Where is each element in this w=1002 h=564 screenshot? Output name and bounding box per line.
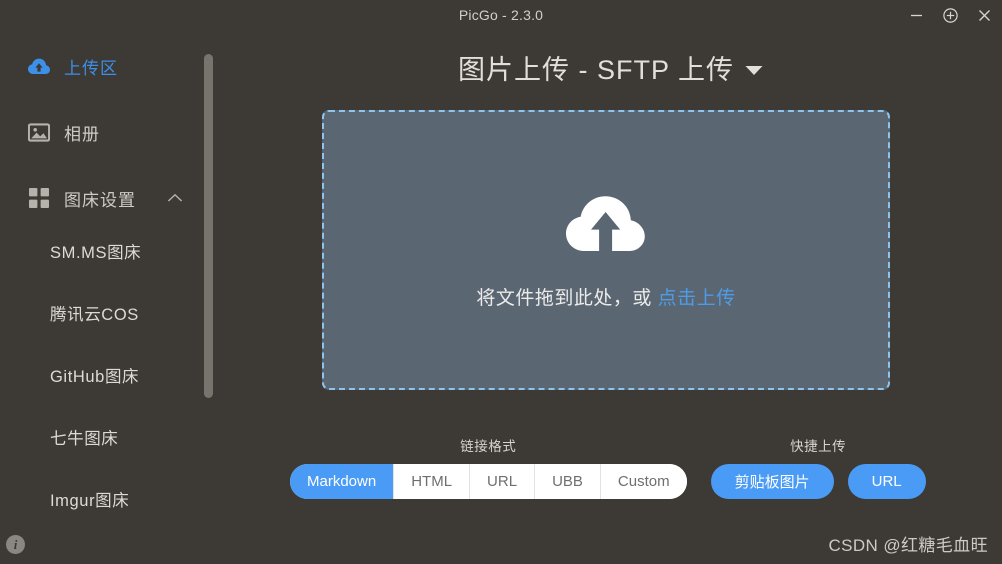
bottom-toolbar: 链接格式 Markdown HTML URL UBB Custom 快捷上传 剪… [220,435,1002,499]
sidebar-subitem-smms[interactable]: SM.MS图床 [0,220,205,282]
sidebar-item-album[interactable]: 相册 [0,110,205,154]
circle-plus-icon[interactable] [940,5,960,25]
quick-upload-buttons: 剪贴板图片 URL [710,464,926,499]
sidebar: 上传区 相册 图床设置 SM.MS图床 腾讯云COS GitHub图床 七牛图床… [0,30,213,564]
sidebar-subitem-imgur[interactable]: Imgur图床 [0,468,205,530]
sidebar-subitem-label: 腾讯云COS [50,306,139,324]
grid-icon [28,187,50,209]
sidebar-item-upload[interactable]: 上传区 [0,44,205,88]
image-icon [28,121,50,143]
page-title[interactable]: 图片上传 - SFTP 上传 [220,48,1002,87]
sidebar-item-label: 图床设置 [64,190,136,210]
sidebar-subitem-tencent-cos[interactable]: 腾讯云COS [0,282,205,344]
main-content: 图片上传 - SFTP 上传 将文件拖到此处，或 点击上传 链接格式 Markd… [220,30,1002,564]
dropzone-upload-link[interactable]: 点击上传 [658,288,736,309]
close-icon[interactable] [974,5,994,25]
sidebar-subitem-github[interactable]: GitHub图床 [0,344,205,406]
page-title-text: 图片上传 - SFTP 上传 [457,55,734,85]
cloud-upload-icon [28,55,50,77]
sidebar-subitem-label: Imgur图床 [50,492,130,510]
sidebar-subitem-label: 七牛图床 [50,430,119,448]
upload-dropzone[interactable]: 将文件拖到此处，或 点击上传 [322,110,890,390]
picgo-window: PicGo - 2.3.0 上传区 相册 图床设置 SM.MS图床 腾讯云COS… [0,0,1002,564]
app-title: PicGo - 2.3.0 [458,7,544,23]
cloud-upload-icon [566,191,646,253]
sidebar-subitem-label: GitHub图床 [50,368,140,386]
link-format-option-url[interactable]: URL [470,464,536,499]
minimize-icon[interactable] [906,5,926,25]
link-format-option-markdown[interactable]: Markdown [290,464,395,499]
link-format-option-html[interactable]: HTML [394,464,471,499]
dropzone-text: 将文件拖到此处，或 点击上传 [476,283,735,310]
link-format-segmented-control[interactable]: Markdown HTML URL UBB Custom [290,464,687,499]
clipboard-image-button[interactable]: 剪贴板图片 [710,464,834,499]
quick-upload-group: 快捷上传 剪贴板图片 URL [710,435,926,499]
link-format-label: 链接格式 [460,439,517,454]
chevron-down-icon[interactable] [744,64,764,76]
sidebar-subitem-qiniu[interactable]: 七牛图床 [0,406,205,468]
link-format-option-custom[interactable]: Custom [600,464,687,499]
sidebar-item-label: 相册 [64,124,100,144]
quick-upload-label: 快捷上传 [790,439,847,454]
sidebar-subitem-label: SM.MS图床 [50,244,142,262]
link-format-group: 链接格式 Markdown HTML URL UBB Custom [290,435,687,499]
sidebar-scrollbar-thumb[interactable] [204,54,213,398]
sidebar-item-label: 上传区 [64,58,118,78]
chevron-up-icon[interactable] [167,193,183,203]
link-format-option-ubb[interactable]: UBB [535,464,601,499]
url-upload-button[interactable]: URL [847,464,926,499]
info-icon[interactable]: i [6,535,25,554]
window-controls [906,0,994,30]
dropzone-text-prefix: 将文件拖到此处，或 [476,287,658,309]
title-bar[interactable]: PicGo - 2.3.0 [0,0,1002,30]
watermark: CSDN @红糖毛血旺 [828,536,988,555]
sidebar-item-image-host-settings[interactable]: 图床设置 [0,176,205,220]
sidebar-scrollbar[interactable] [204,54,213,398]
